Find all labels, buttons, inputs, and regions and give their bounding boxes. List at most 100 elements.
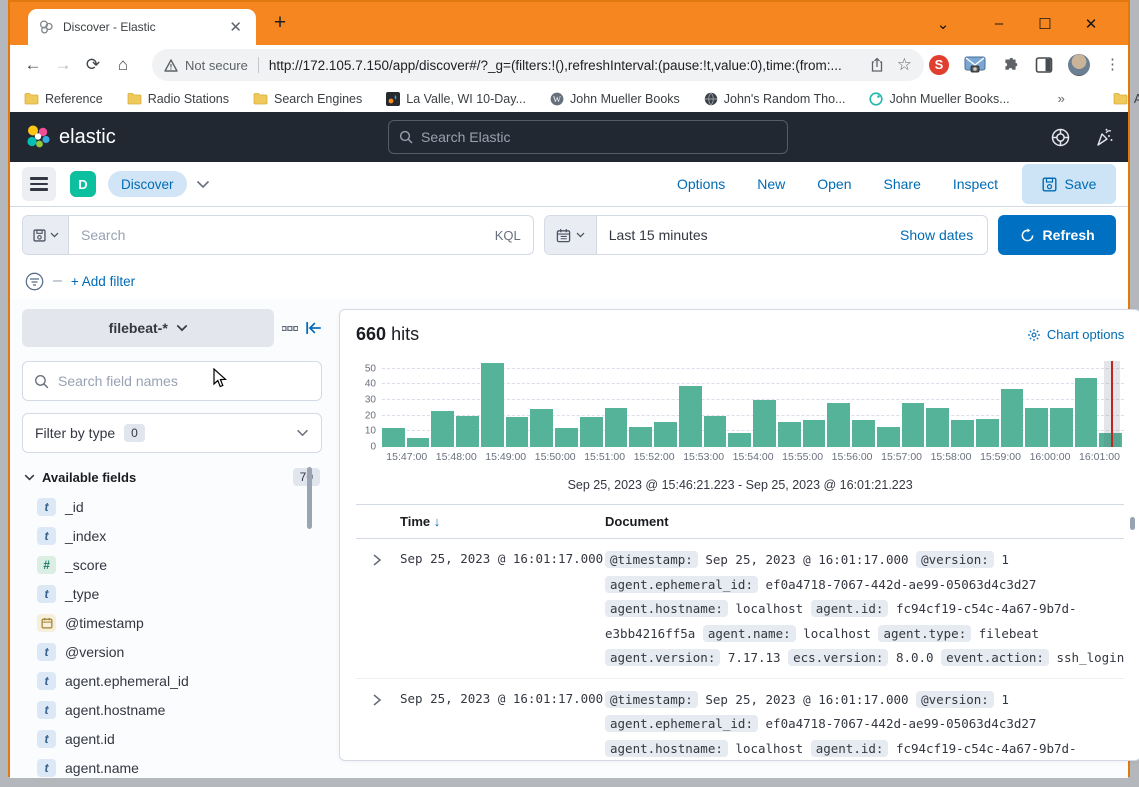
puzzle-extensions-icon[interactable] <box>1001 56 1020 75</box>
date-quick-menu-button[interactable] <box>545 216 597 254</box>
saved-query-menu-button[interactable] <box>23 216 69 254</box>
histogram-bar[interactable] <box>407 438 430 447</box>
histogram-bar[interactable] <box>456 416 479 447</box>
capture-extension-icon[interactable] <box>964 56 986 74</box>
field-list-item[interactable]: t_type <box>22 579 322 608</box>
space-badge[interactable]: D <box>70 171 96 197</box>
bookmark-item[interactable]: WJohn Mueller Books <box>550 92 680 106</box>
field-list-item[interactable]: #_score <box>22 550 322 579</box>
histogram-bar[interactable] <box>530 409 553 447</box>
bookmark-item[interactable]: John Mueller Books... <box>869 92 1009 106</box>
tab-search-icon[interactable]: ⌄ <box>920 15 966 33</box>
histogram-bar[interactable] <box>1075 378 1098 447</box>
field-list-item[interactable]: tagent.id <box>22 724 322 753</box>
histogram-bar[interactable] <box>629 427 652 447</box>
new-tab-button[interactable]: + <box>268 12 292 36</box>
help-icon[interactable] <box>1051 128 1070 147</box>
histogram-bar[interactable] <box>481 363 504 447</box>
histogram-bar[interactable] <box>976 419 999 447</box>
close-button[interactable]: ✕ <box>1068 15 1114 33</box>
histogram-bar[interactable] <box>605 408 628 447</box>
histogram-bar[interactable] <box>803 420 826 447</box>
expand-row-chevron-icon[interactable] <box>372 553 400 671</box>
menu-hamburger-icon[interactable] <box>22 167 56 201</box>
share-icon[interactable] <box>869 57 885 73</box>
side-panel-icon[interactable] <box>1035 56 1053 74</box>
kql-search-input[interactable]: Search KQL <box>22 215 534 255</box>
histogram-bar[interactable] <box>852 420 875 447</box>
bookmark-star-icon[interactable]: ☆ <box>897 55 912 75</box>
filter-menu-icon[interactable] <box>25 272 44 291</box>
histogram-bar[interactable] <box>902 403 925 447</box>
histogram-bar[interactable] <box>555 428 578 447</box>
histogram-bar[interactable] <box>728 433 751 447</box>
back-icon[interactable]: ← <box>18 55 48 75</box>
minimize-button[interactable]: – <box>976 15 1022 32</box>
field-list-item[interactable]: tagent.ephemeral_id <box>22 666 322 695</box>
filter-by-type-select[interactable]: Filter by type 0 <box>22 413 322 453</box>
address-bar[interactable]: Not secure http://172.105.7.150/app/disc… <box>152 49 924 81</box>
bookmark-item[interactable]: Radio Stations <box>127 92 229 106</box>
histogram-bar[interactable] <box>827 403 850 447</box>
save-button[interactable]: Save <box>1022 164 1116 204</box>
reload-icon[interactable]: ⟳ <box>78 55 108 75</box>
news-party-popper-icon[interactable] <box>1094 128 1114 147</box>
forward-icon[interactable]: → <box>48 55 78 75</box>
histogram-bar[interactable] <box>778 422 801 447</box>
time-picker[interactable]: Last 15 minutes Show dates <box>544 215 988 255</box>
tab-close-icon[interactable]: ✕ <box>225 18 246 37</box>
bookmark-item[interactable]: La Valle, WI 10-Day... <box>386 92 526 106</box>
panel-scrollbar-thumb[interactable] <box>1130 517 1135 530</box>
available-fields-header[interactable]: Available fields 70 <box>22 468 322 486</box>
collapse-sidebar-icon[interactable] <box>306 321 322 335</box>
histogram-bar[interactable] <box>1001 389 1024 447</box>
field-list-item[interactable]: t_index <box>22 521 322 550</box>
bookmark-item[interactable]: Reference <box>24 92 103 106</box>
breadcrumb-discover[interactable]: Discover <box>108 171 187 197</box>
histogram-bar[interactable] <box>753 400 776 447</box>
histogram-bar[interactable] <box>580 417 603 447</box>
histogram-bar[interactable] <box>679 386 702 447</box>
global-search-input[interactable]: Search Elastic <box>388 120 788 154</box>
field-search-input[interactable]: Search field names <box>22 361 322 401</box>
field-list-item[interactable]: @timestamp <box>22 608 322 637</box>
histogram-bar[interactable] <box>951 420 974 447</box>
refresh-button[interactable]: Refresh <box>998 215 1116 255</box>
all-bookmarks-button[interactable]: All Bookmarks <box>1113 92 1139 106</box>
histogram-bar[interactable] <box>704 416 727 447</box>
s-badge-extension-icon[interactable]: S <box>929 55 949 75</box>
open-link[interactable]: Open <box>817 176 851 192</box>
options-link[interactable]: Options <box>677 176 725 192</box>
expand-row-chevron-icon[interactable] <box>372 693 400 762</box>
share-link[interactable]: Share <box>884 176 921 192</box>
show-dates-link[interactable]: Show dates <box>900 227 987 243</box>
sort-descending-icon[interactable]: ↓ <box>434 514 441 529</box>
chevron-down-icon[interactable] <box>196 180 210 189</box>
inspect-link[interactable]: Inspect <box>953 176 998 192</box>
field-list-item[interactable]: t_id <box>22 492 322 521</box>
kebab-menu-icon[interactable]: ⋮ <box>1105 62 1120 68</box>
profile-avatar[interactable] <box>1068 54 1090 76</box>
field-list-item[interactable]: t@version <box>22 637 322 666</box>
histogram-bar[interactable] <box>654 422 677 447</box>
histogram-bar[interactable] <box>382 428 405 447</box>
time-range-value[interactable]: Last 15 minutes <box>597 227 708 243</box>
home-icon[interactable]: ⌂ <box>108 55 138 75</box>
bookmark-item[interactable]: Search Engines <box>253 92 362 106</box>
histogram-bar[interactable] <box>877 427 900 447</box>
query-language-badge[interactable]: KQL <box>495 228 533 243</box>
new-link[interactable]: New <box>757 176 785 192</box>
boxes-horizontal-icon[interactable] <box>282 326 298 331</box>
add-filter-link[interactable]: + Add filter <box>71 274 135 289</box>
time-column-header[interactable]: Time ↓ <box>400 514 605 529</box>
field-list-item[interactable]: tagent.hostname <box>22 695 322 724</box>
histogram-bar[interactable] <box>1050 408 1073 447</box>
field-list-item[interactable]: tagent.name <box>22 753 322 782</box>
histogram-bar[interactable] <box>431 411 454 447</box>
bookmark-item[interactable]: John's Random Tho... <box>704 92 846 106</box>
index-pattern-switcher[interactable]: filebeat-* <box>22 309 274 347</box>
chart-options-button[interactable]: Chart options <box>1027 327 1124 342</box>
histogram-bar[interactable] <box>1025 408 1048 447</box>
browser-tab[interactable]: Discover - Elastic ✕ <box>28 9 256 45</box>
histogram-bar[interactable] <box>926 408 949 447</box>
